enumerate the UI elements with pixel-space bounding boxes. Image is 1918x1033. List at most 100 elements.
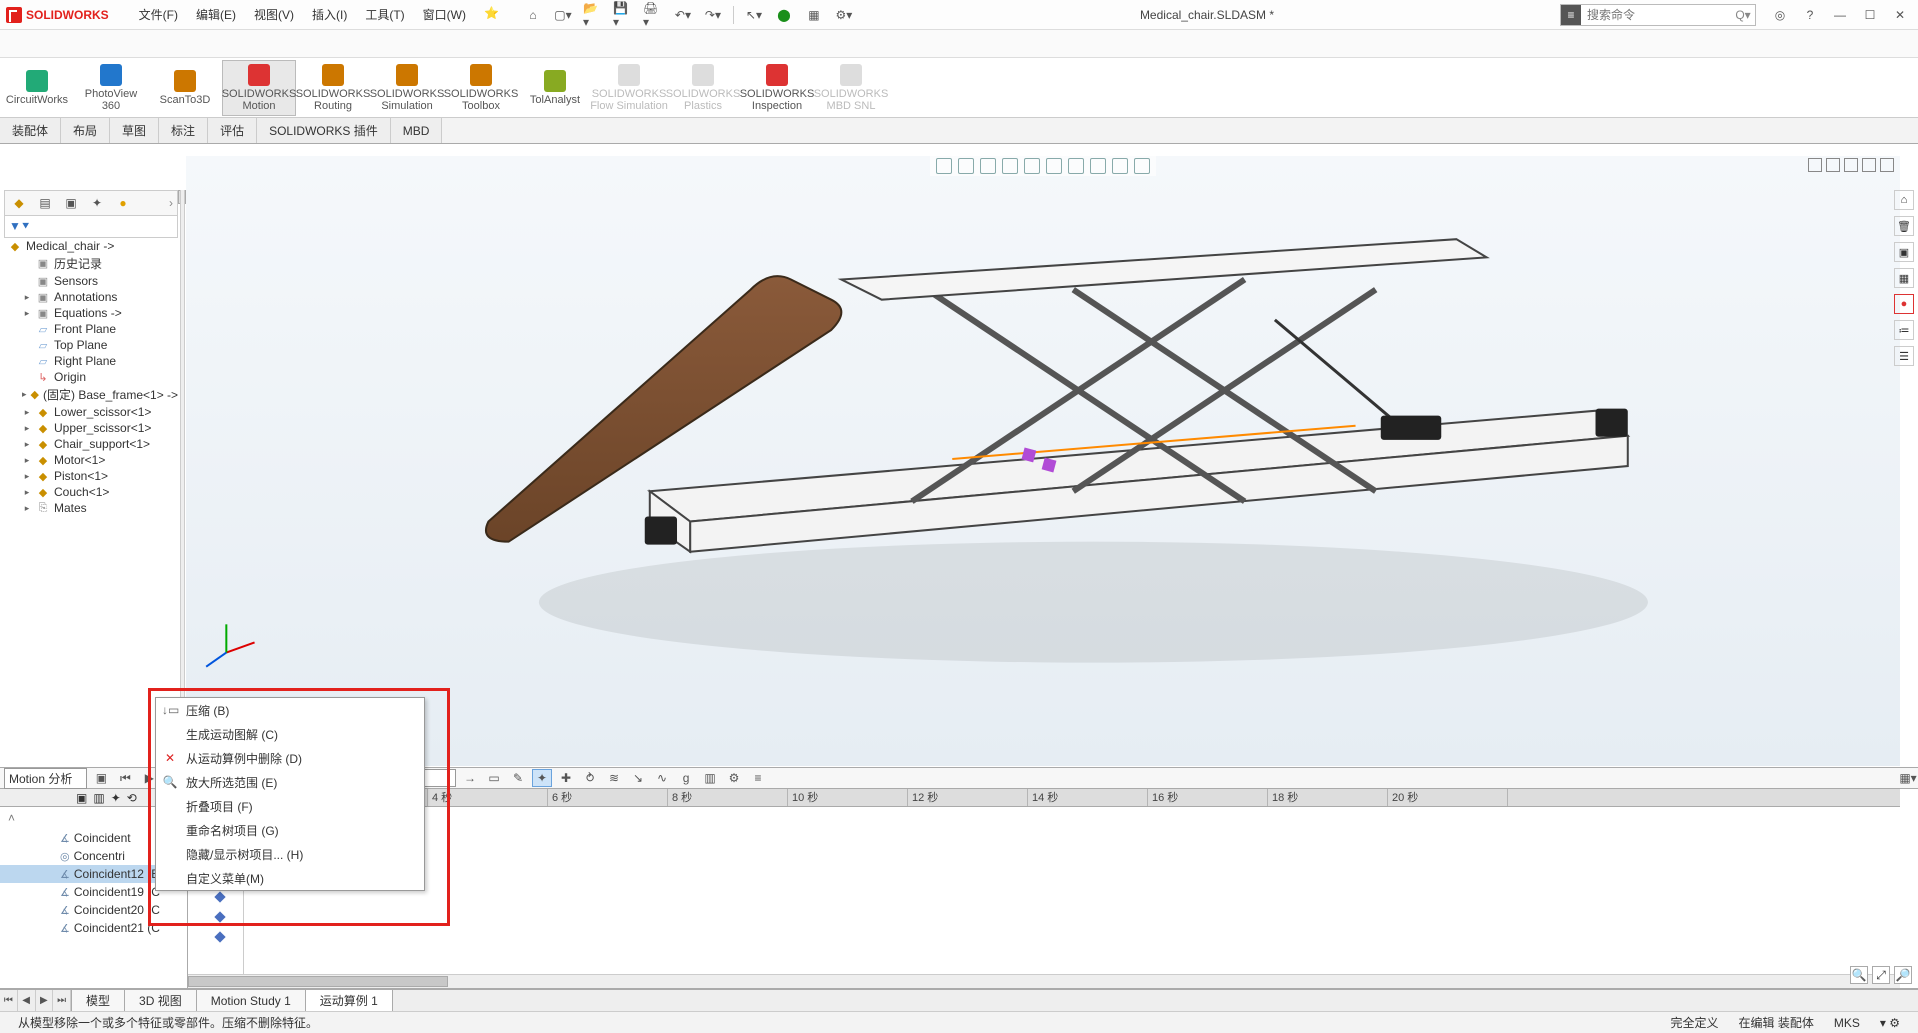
tree-item[interactable]: ▣历史记录 <box>4 254 178 273</box>
context-menu[interactable]: ↓▭压缩 (B)生成运动图解 (C)✕从运动算例中删除 (D)🔍放大所选范围 (… <box>155 697 425 891</box>
new-icon[interactable]: ▢▾ <box>553 5 573 25</box>
motion-to-start-icon[interactable]: ⏮ <box>115 769 135 787</box>
home-icon[interactable]: ⌂ <box>523 5 543 25</box>
tab-first-icon[interactable]: ⏮ <box>0 990 18 1011</box>
options-icon[interactable]: ▦ <box>804 5 824 25</box>
results-icon[interactable]: ▥ <box>700 769 720 787</box>
menu-tools[interactable]: 工具(T) <box>359 2 410 27</box>
taskpane-home-icon[interactable]: ⌂ <box>1894 190 1914 210</box>
taskpane-prop-icon[interactable]: ≔ <box>1894 320 1914 340</box>
tree-item[interactable]: ↳Origin <box>4 369 178 385</box>
select-icon[interactable]: ↖▾ <box>744 5 764 25</box>
cmdtab-评估[interactable]: 评估 <box>208 118 257 143</box>
filter-icon[interactable]: ▼⯆ <box>9 219 30 234</box>
calc-icon[interactable]: ▣ <box>91 769 111 787</box>
cmdtab-草图[interactable]: 草图 <box>110 118 159 143</box>
tree-item[interactable]: ▱Top Plane <box>4 337 178 353</box>
context-item[interactable]: 重命名树项目 (G) <box>156 818 424 842</box>
chevron-right-icon[interactable]: › <box>169 196 173 210</box>
vp-btn-2[interactable] <box>1826 158 1840 172</box>
fm-tree-icon[interactable]: ◆ <box>9 193 29 213</box>
minimize-icon[interactable]: — <box>1828 4 1852 26</box>
cmdtab-标注[interactable]: 标注 <box>159 118 208 143</box>
hud-btn[interactable] <box>1024 158 1040 174</box>
tree-item[interactable]: ▣Sensors <box>4 273 178 289</box>
motion-settings-icon[interactable]: ⚙ <box>724 769 744 787</box>
fm-dim-icon[interactable]: ✦ <box>87 193 107 213</box>
menu-overflow[interactable]: ⭐ <box>478 2 505 27</box>
expand-icon[interactable]: ▸ <box>22 439 32 450</box>
tree-item[interactable]: ▱Right Plane <box>4 353 178 369</box>
cmd-circuitworks[interactable]: CircuitWorks <box>0 60 74 116</box>
tree-item[interactable]: ▸◆Upper_scissor<1> <box>4 420 178 436</box>
status-gear-icon[interactable]: ▾ ⚙ <box>1870 1016 1910 1030</box>
contact-icon[interactable]: ∿ <box>652 769 672 787</box>
zoom-fit-icon[interactable]: ⤢ <box>1872 966 1890 984</box>
cmd-photoview[interactable]: PhotoView 360 <box>74 60 148 116</box>
tree-item[interactable]: ▸◆Chair_support<1> <box>4 436 178 452</box>
menu-insert[interactable]: 插入(I) <box>306 2 353 27</box>
cmd-solidworks[interactable]: SOLIDWORKS MBD SNL <box>814 60 888 116</box>
scrollbar-thumb[interactable] <box>188 976 448 987</box>
context-item[interactable]: ✕从运动算例中删除 (D) <box>156 746 424 770</box>
force-icon[interactable]: ↘ <box>628 769 648 787</box>
tree-item[interactable]: ▸◆Piston<1> <box>4 468 178 484</box>
tab-last-icon[interactable]: ⏭ <box>53 990 71 1011</box>
hud-btn[interactable] <box>1134 158 1150 174</box>
user-icon[interactable]: ◎ <box>1768 4 1792 26</box>
expand-icon[interactable]: ▸ <box>22 308 32 319</box>
tree-item[interactable]: ▸◆Motor<1> <box>4 452 178 468</box>
vp-max-icon[interactable] <box>1862 158 1876 172</box>
zoom-in-icon[interactable]: 🔎 <box>1894 966 1912 984</box>
context-item[interactable]: 自定义菜单(M) <box>156 866 424 890</box>
expand-icon[interactable]: ▸ <box>22 292 32 303</box>
cmd-solidworks[interactable]: SOLIDWORKS Plastics <box>666 60 740 116</box>
addkey-icon[interactable]: ✚ <box>556 769 576 787</box>
tree-root[interactable]: ◆ Medical_chair -> <box>4 238 178 254</box>
menu-file[interactable]: 文件(F) <box>133 2 184 27</box>
settings-icon[interactable]: ⚙▾ <box>834 5 854 25</box>
expand-icon[interactable]: ▸ <box>22 503 32 514</box>
hud-btn[interactable] <box>1090 158 1106 174</box>
cmdtab-SOLIDWORKS 插件[interactable]: SOLIDWORKS 插件 <box>257 118 391 143</box>
mt-ico-2[interactable]: ▭ <box>484 769 504 787</box>
bottom-tab[interactable]: Motion Study 1 <box>197 990 306 1011</box>
context-item[interactable]: 折叠项目 (F) <box>156 794 424 818</box>
expand-icon[interactable]: ▸ <box>22 389 27 400</box>
mt-ico-1[interactable]: → <box>460 769 480 787</box>
status-units[interactable]: MKS <box>1824 1016 1870 1030</box>
expand-icon[interactable]: ▸ <box>22 471 32 482</box>
collapse-timeline-icon[interactable]: ▦▾ <box>1898 769 1918 787</box>
hud-btn[interactable] <box>1112 158 1128 174</box>
close-icon[interactable]: ✕ <box>1888 4 1912 26</box>
bottom-tab[interactable]: 运动算例 1 <box>306 990 393 1011</box>
context-item[interactable]: 隐藏/显示树项目... (H) <box>156 842 424 866</box>
fm-appearance-icon[interactable]: ● <box>113 193 133 213</box>
menu-edit[interactable]: 编辑(E) <box>190 2 242 27</box>
taskpane-appear-icon[interactable]: ● <box>1894 294 1914 314</box>
tree-item[interactable]: ▸◆Couch<1> <box>4 484 178 500</box>
spring-icon[interactable]: ≋ <box>604 769 624 787</box>
cmd-tolanalyst[interactable]: TolAnalyst <box>518 60 592 116</box>
vp-btn-1[interactable] <box>1808 158 1822 172</box>
cmd-solidworks[interactable]: SOLIDWORKS Routing <box>296 60 370 116</box>
vp-min-icon[interactable] <box>1844 158 1858 172</box>
undo-icon[interactable]: ↶▾ <box>673 5 693 25</box>
tree-item[interactable]: ▸◆Lower_scissor<1> <box>4 404 178 420</box>
rebuild-icon[interactable]: ⬤ <box>774 5 794 25</box>
mth-ico[interactable]: ▣ <box>76 791 87 805</box>
print-icon[interactable]: 🖨▾ <box>643 5 663 25</box>
mth-ico[interactable]: ▥ <box>93 791 104 805</box>
maximize-icon[interactable]: ☐ <box>1858 4 1882 26</box>
bottom-tab[interactable]: 3D 视图 <box>125 990 197 1011</box>
motion-type-select[interactable]: Motion 分析 <box>4 768 87 789</box>
context-item[interactable]: ↓▭压缩 (B) <box>156 698 424 722</box>
tree-item[interactable]: ▸▣Annotations <box>4 289 178 305</box>
feature-tree[interactable]: ◆ Medical_chair -> ▣历史记录▣Sensors▸▣Annota… <box>4 238 178 733</box>
save-icon[interactable]: 💾▾ <box>613 5 633 25</box>
search-box[interactable]: ≡ Q▾ <box>1560 4 1756 26</box>
cmd-solidworks[interactable]: SOLIDWORKS Inspection <box>740 60 814 116</box>
gravity-icon[interactable]: ɡ <box>676 769 696 787</box>
vp-close-icon[interactable] <box>1880 158 1894 172</box>
expand-icon[interactable]: ▸ <box>22 487 32 498</box>
